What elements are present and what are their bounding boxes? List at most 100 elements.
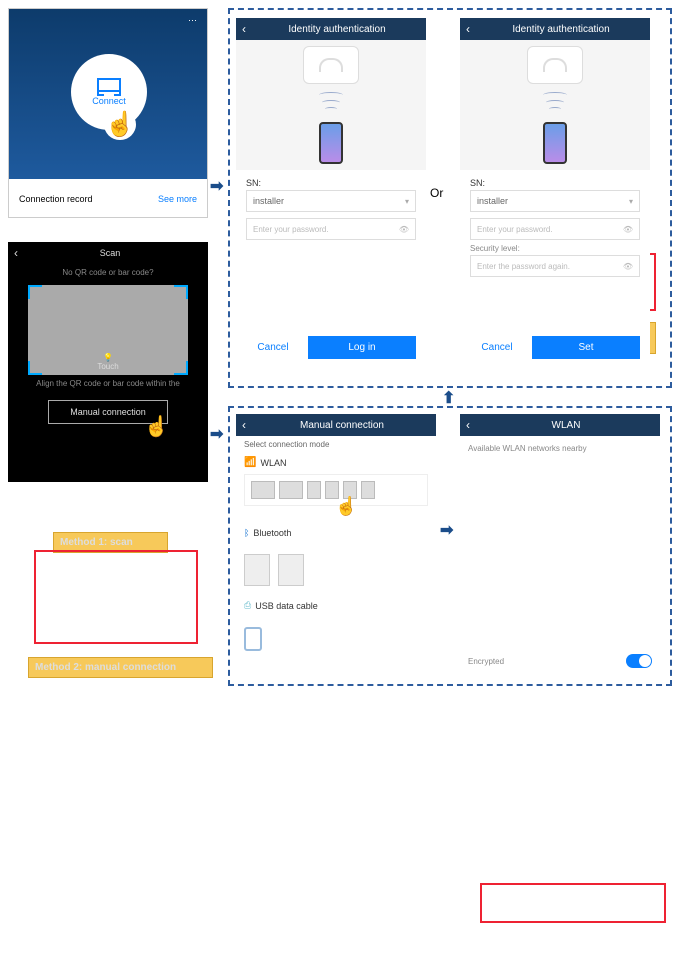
wifi-icon: 📶 [244, 457, 256, 468]
pwd-placeholder: Enter your password. [253, 225, 329, 234]
inverter-icon [279, 481, 303, 499]
eye-icon[interactable]: 👁 [623, 262, 633, 271]
pwd-placeholder: Enter your password. [477, 225, 553, 234]
corner-icon [28, 361, 42, 375]
eye-icon[interactable]: 👁 [623, 225, 633, 234]
sub-heading: Select connection mode [236, 436, 436, 453]
cable-icon [244, 627, 262, 651]
phone-icon [543, 122, 567, 164]
login-form: SN: installer ▾ Enter your password. 👁 [236, 170, 426, 252]
device-illustration [236, 40, 426, 170]
highlight-box [34, 550, 198, 644]
wlan-screen: ‹ WLAN Available WLAN networks nearby Se… [460, 414, 660, 674]
user-value: installer [253, 196, 284, 206]
navbar: ‹ Identity authentication [236, 18, 426, 40]
navbar: ‹ WLAN [460, 414, 660, 436]
corner-icon [28, 285, 42, 299]
usb-label: USB data cable [255, 601, 318, 611]
encrypted-toggle[interactable] [626, 654, 652, 668]
sn-label: SN: [470, 178, 640, 188]
button-row: Cancel Log in [236, 328, 426, 367]
arrow-up-icon: ⬆ [442, 388, 455, 408]
navbar: ‹ Manual connection [236, 414, 436, 436]
dongle-icon [307, 481, 321, 499]
back-icon[interactable]: ‹ [242, 418, 246, 432]
scan-title: Scan [18, 248, 202, 258]
router-icon [527, 46, 583, 84]
security-label: Security level: [470, 244, 640, 253]
device-illustration [460, 40, 650, 170]
router-icon [303, 46, 359, 84]
back-icon[interactable]: ‹ [466, 22, 470, 36]
chevron-down-icon: ▾ [405, 197, 409, 206]
no-qr-label: No QR code or bar code? [8, 264, 208, 281]
password-input[interactable]: Enter your password. 👁 [246, 218, 416, 240]
more-icon[interactable]: ⋯ [188, 15, 199, 26]
scan-navbar: ‹ Scan [8, 242, 208, 264]
bt-section-label: ᛒ Bluetooth [236, 524, 436, 542]
scan-screen: ‹ Scan No QR code or bar code? Method 1:… [8, 242, 208, 482]
password-confirm-input[interactable]: Enter the password again. 👁 [470, 255, 640, 277]
chevron-down-icon: ▾ [629, 197, 633, 206]
pointer-icon: ☝ [144, 414, 169, 439]
password-input[interactable]: Enter your password. 👁 [470, 218, 640, 240]
page-title: Manual connection [254, 420, 430, 431]
bt-device-icon [244, 554, 270, 586]
wlan-label: WLAN [260, 458, 286, 468]
home-footer: Connection record See more [9, 179, 207, 219]
signal-icon [319, 92, 343, 116]
button-row: Cancel Set [460, 328, 650, 367]
callout-method2: Method 2: manual connection [28, 657, 213, 678]
signal-icon [543, 92, 567, 116]
user-select[interactable]: installer ▾ [246, 190, 416, 212]
cancel-button[interactable]: Cancel [470, 336, 524, 359]
user-value: installer [477, 196, 508, 206]
set-form: SN: installer ▾ Enter your password. 👁 S… [460, 170, 650, 289]
arrow-right-icon: ➡ [440, 520, 453, 540]
pointer-icon: ☝ [104, 109, 136, 140]
manual-connection-screen: ‹ Manual connection Select connection mo… [236, 414, 436, 674]
usb-devices[interactable] [244, 627, 428, 651]
bt-label: Bluetooth [253, 528, 291, 538]
wlan-devices[interactable]: ☝ [244, 474, 428, 506]
auth-login-screen: ‹ Identity authentication SN: installer … [236, 18, 426, 373]
auth-set-screen: ‹ Identity authentication SN: installer … [460, 18, 650, 373]
bt-device-icon [278, 554, 304, 586]
bt-devices[interactable] [244, 554, 428, 586]
eye-icon[interactable]: 👁 [399, 225, 409, 234]
back-icon[interactable]: ‹ [466, 418, 470, 432]
arrow-right-icon: ➡ [210, 424, 223, 444]
usb-icon: ⎙ [244, 600, 251, 611]
highlight-box [480, 883, 666, 923]
or-label: Or [430, 186, 443, 200]
user-select[interactable]: installer ▾ [470, 190, 640, 212]
pointer-icon: ☝ [335, 496, 357, 517]
usb-section-label: ⎙ USB data cable [236, 596, 436, 615]
page-title: Identity authentication [254, 24, 420, 35]
wlan-section-label: 📶 WLAN [236, 453, 436, 472]
torch-hint[interactable]: 💡Touch [97, 353, 118, 371]
page-title: WLAN [478, 420, 654, 431]
set-button[interactable]: Set [532, 336, 640, 359]
camera-frame[interactable]: 💡Touch [28, 285, 188, 375]
encrypted-label: Encrypted [468, 657, 504, 666]
logger-icon [361, 481, 375, 499]
see-more-link[interactable]: See more [158, 194, 197, 204]
page-title: Identity authentication [478, 24, 644, 35]
wlan-sub: Available WLAN networks nearby [460, 436, 660, 461]
sn-label: SN: [246, 178, 416, 188]
pwd2-placeholder: Enter the password again. [477, 262, 570, 271]
corner-icon [174, 285, 188, 299]
arrow-right-icon: ➡ [210, 176, 223, 196]
bluetooth-icon: ᛒ [244, 528, 249, 538]
align-hint: Align the QR code or bar code within the [8, 379, 208, 388]
home-screen: ⋯ Connect ☝ Connection record See more [8, 8, 208, 218]
connection-record-label: Connection record [19, 194, 93, 204]
back-icon[interactable]: ‹ [242, 22, 246, 36]
cancel-button[interactable]: Cancel [246, 336, 300, 359]
login-button[interactable]: Log in [308, 336, 416, 359]
navbar: ‹ Identity authentication [460, 18, 650, 40]
hero: ⋯ Connect ☝ [9, 9, 207, 179]
phone-icon [319, 122, 343, 164]
manual-connection-button[interactable]: Manual connection ☝ [48, 400, 168, 424]
